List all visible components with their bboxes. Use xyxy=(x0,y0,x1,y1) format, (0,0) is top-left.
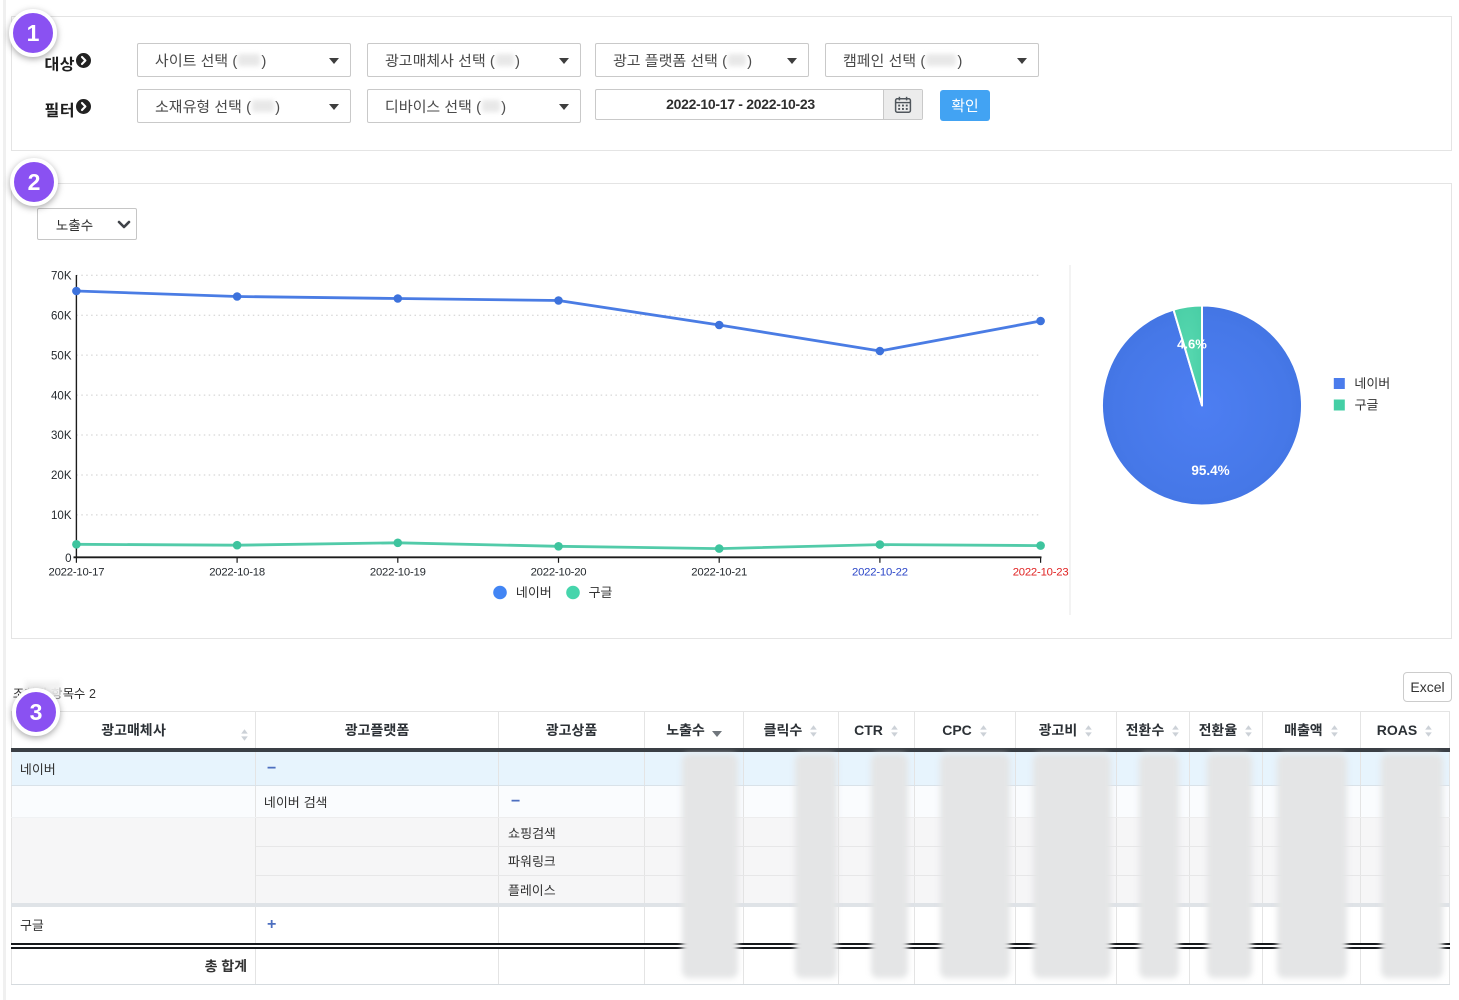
svg-text:2022-10-22: 2022-10-22 xyxy=(852,563,908,579)
svg-text:10K: 10K xyxy=(51,507,72,523)
svg-text:2022-10-20: 2022-10-20 xyxy=(531,563,587,579)
svg-text:2022-10-18: 2022-10-18 xyxy=(209,563,265,579)
svg-text:60K: 60K xyxy=(51,307,72,323)
svg-text:40K: 40K xyxy=(51,387,72,403)
svg-text:70K: 70K xyxy=(51,268,72,284)
svg-text:2022-10-19: 2022-10-19 xyxy=(370,563,426,579)
svg-text:구글: 구글 xyxy=(1355,395,1379,414)
svg-text:50K: 50K xyxy=(51,347,72,363)
svg-text:2022-10-21: 2022-10-21 xyxy=(691,563,747,579)
svg-text:30K: 30K xyxy=(51,427,72,443)
svg-text:4.6%: 4.6% xyxy=(1177,334,1207,353)
svg-text:2022-10-17: 2022-10-17 xyxy=(49,563,105,579)
svg-text:네이버: 네이버 xyxy=(516,582,552,601)
svg-text:20K: 20K xyxy=(51,467,72,483)
svg-text:2022-10-23: 2022-10-23 xyxy=(1013,563,1069,579)
svg-text:네이버: 네이버 xyxy=(1355,373,1391,392)
svg-text:구글: 구글 xyxy=(589,582,613,601)
svg-text:95.4%: 95.4% xyxy=(1191,459,1229,479)
